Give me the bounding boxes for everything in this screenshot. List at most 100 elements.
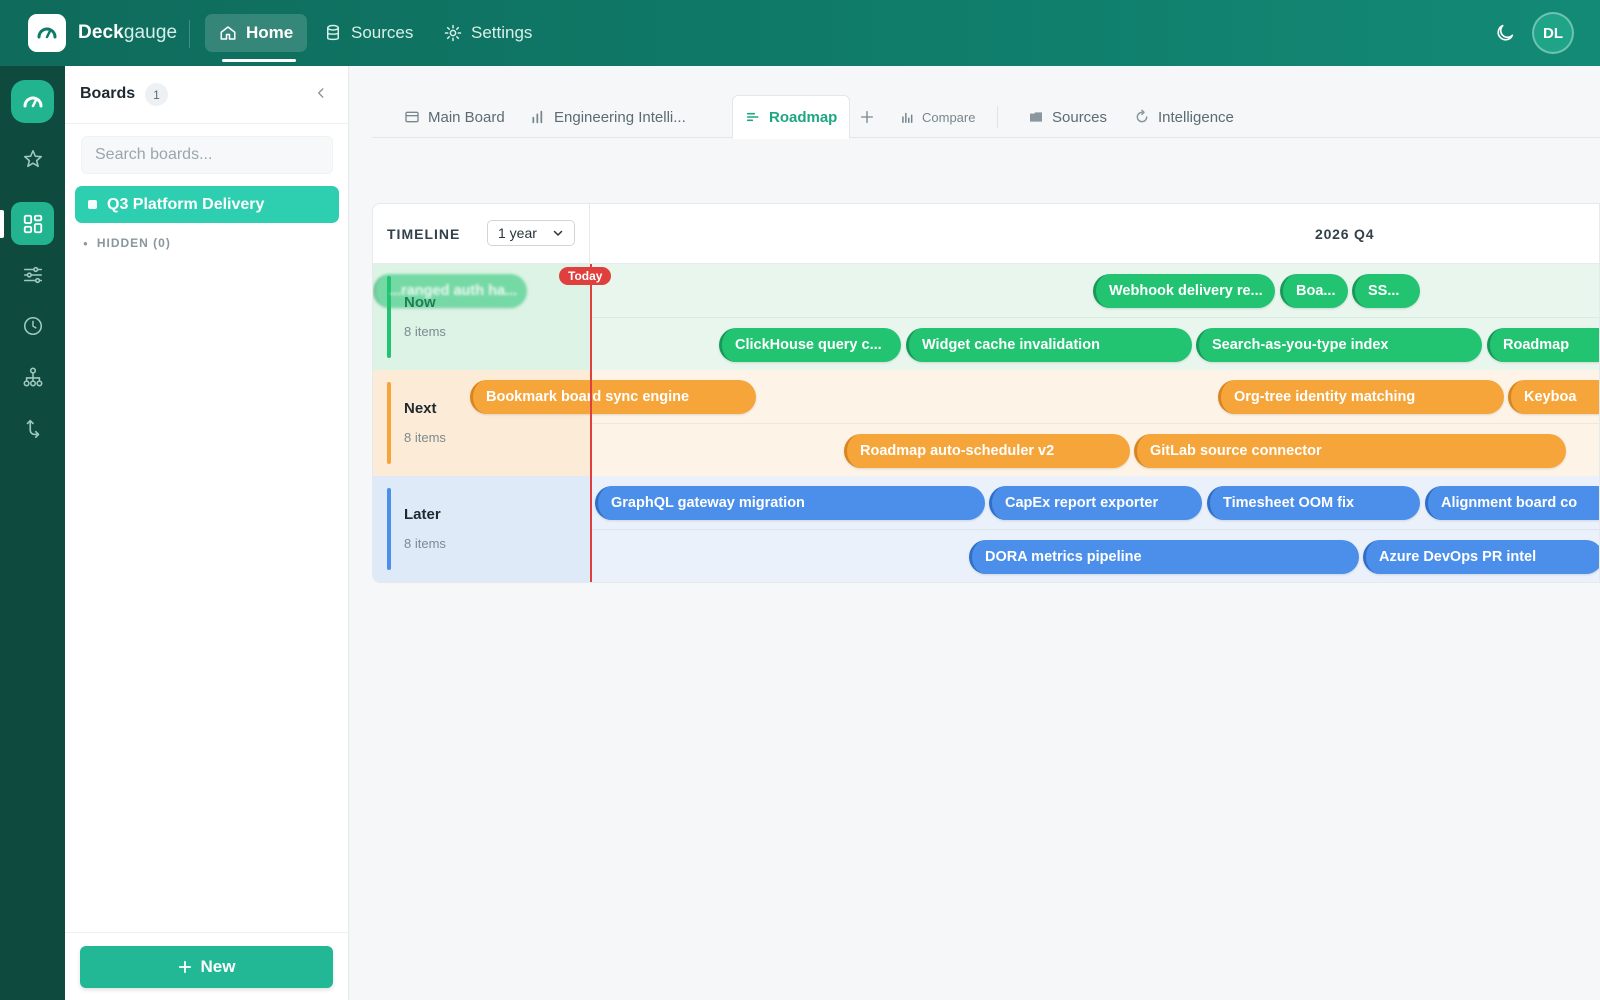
nav-settings[interactable]: Settings	[430, 14, 546, 52]
roadmap-item-ghost[interactable]: ...ranged auth ha...	[373, 274, 527, 308]
lane-item-count: 8 items	[404, 536, 446, 551]
roadmap-item[interactable]: GraphQL gateway migration	[595, 486, 985, 520]
plus-icon	[178, 960, 191, 974]
row-divider	[590, 317, 1599, 318]
gauge-logo-icon	[37, 27, 57, 39]
roadmap-item[interactable]: Alignment board co	[1425, 486, 1599, 520]
moon-icon	[1497, 24, 1514, 41]
star-icon	[23, 149, 42, 167]
user-avatar[interactable]: DL	[1532, 12, 1574, 54]
collapse-panel-button[interactable]	[314, 86, 328, 105]
folder-icon	[1030, 112, 1042, 122]
chevron-left-icon	[317, 88, 324, 98]
rail-filters-button[interactable]	[11, 253, 54, 296]
lane-next: Next 8 items Bookmark board sync engine …	[373, 370, 1599, 476]
bar-chart-icon	[532, 110, 543, 124]
lane-name: Next	[404, 400, 437, 417]
icon-rail	[0, 66, 65, 1000]
today-marker-line	[590, 264, 592, 582]
roadmap-item[interactable]: Roadmap auto-scheduler v2	[844, 434, 1130, 468]
roadmap-item[interactable]: Widget cache invalidation	[906, 328, 1192, 362]
timeline-header: TIMELINE 1 year 2026 Q4	[373, 204, 1599, 264]
search-boards-input[interactable]	[81, 136, 333, 174]
chevron-down-icon	[553, 230, 563, 236]
roadmap-item[interactable]: Roadmap	[1487, 328, 1599, 362]
tab-label: Sources	[1052, 108, 1108, 126]
theme-toggle[interactable]	[1494, 22, 1516, 49]
dashboard-grid-icon	[23, 214, 42, 233]
roadmap-item[interactable]: GitLab source connector	[1134, 434, 1566, 468]
quarter-label: 2026 Q4	[1315, 226, 1375, 242]
tab-main-board[interactable]: Main Board	[404, 96, 505, 138]
top-bar: Deckgauge Home Sources Settings DL	[0, 0, 1600, 66]
roadmap-item[interactable]: Search-as-you-type index	[1196, 328, 1482, 362]
row-divider	[590, 423, 1599, 424]
nav-settings-label: Settings	[471, 23, 533, 42]
gear-icon	[444, 24, 462, 42]
tab-sources[interactable]: Sources	[1028, 96, 1107, 138]
org-tree-icon	[23, 367, 42, 386]
tab-label: Main Board	[428, 108, 505, 126]
rail-history-button[interactable]	[11, 304, 54, 347]
deckgauge-logo-icon	[23, 96, 42, 107]
lane-now: Now 8 items ...ranged auth ha... Webhook…	[373, 264, 1599, 370]
roadmap-item[interactable]: SS...	[1352, 274, 1420, 308]
nav-home[interactable]: Home	[205, 14, 308, 52]
intelligence-icon	[1136, 109, 1148, 123]
tab-label: Engineering Intelli...	[554, 108, 686, 126]
roadmap-item[interactable]: ClickHouse query c...	[719, 328, 901, 362]
timeline-label: TIMELINE	[387, 226, 461, 242]
tab-compare[interactable]: Compare	[900, 96, 975, 138]
rail-favorites-button[interactable]	[11, 137, 54, 180]
timeline-range-value: 1 year	[498, 225, 537, 241]
tab-engineering-intelligence[interactable]: Engineering Intelli...	[530, 96, 686, 138]
tab-label: Roadmap	[769, 108, 838, 126]
today-marker-label: Today	[559, 267, 612, 285]
nav-sources-label: Sources	[351, 23, 414, 42]
roadmap-item[interactable]: Timesheet OOM fix	[1207, 486, 1420, 520]
lane-color-bar	[387, 488, 391, 570]
hidden-boards-toggle[interactable]: ● HIDDEN (0)	[83, 236, 171, 250]
lane-color-bar	[387, 382, 391, 464]
roadmap-item[interactable]: DORA metrics pipeline	[969, 540, 1359, 574]
roadmap-item[interactable]: Azure DevOps PR intel	[1363, 540, 1599, 574]
boards-panel: Boards 1 Q3 Platform Delivery ● HIDDEN (…	[65, 66, 349, 1000]
new-board-button[interactable]: New	[80, 946, 333, 988]
clock-icon	[23, 316, 42, 335]
add-tab-button[interactable]	[859, 96, 875, 138]
divider	[189, 20, 190, 48]
roadmap-item[interactable]: Webhook delivery re...	[1093, 274, 1275, 308]
rail-org-button[interactable]	[11, 355, 54, 398]
rail-boards-button[interactable]	[11, 202, 54, 245]
boards-count-badge: 1	[145, 83, 168, 106]
board-item-q3-platform-delivery[interactable]: Q3 Platform Delivery	[75, 186, 339, 223]
roadmap-item[interactable]: Boa...	[1280, 274, 1348, 308]
roadmap-item[interactable]: Org-tree identity matching	[1218, 380, 1504, 414]
rail-back-button[interactable]	[11, 406, 54, 449]
roadmap-item[interactable]: Keyboa	[1508, 380, 1599, 414]
boards-title: Boards	[80, 85, 136, 102]
timeline-range-select[interactable]: 1 year	[487, 220, 575, 246]
roadmap-item[interactable]: Bookmark board sync engine	[470, 380, 756, 414]
hidden-boards-label: HIDDEN (0)	[96, 236, 171, 250]
rail-active-marker	[0, 210, 4, 238]
database-icon	[327, 24, 339, 41]
tab-roadmap[interactable]: Roadmap	[732, 95, 851, 139]
lane-name: Later	[404, 506, 441, 523]
boards-panel-header: Boards 1	[65, 66, 348, 124]
roadmap-item[interactable]: CapEx report exporter	[989, 486, 1202, 520]
brand-name: Deckgauge	[78, 22, 178, 43]
board-color-dot	[88, 200, 97, 209]
deckgauge-logo[interactable]	[28, 14, 66, 52]
tab-intelligence[interactable]: Intelligence	[1134, 96, 1234, 138]
timeline-header-divider	[589, 204, 590, 264]
plus-icon	[861, 111, 873, 123]
main-content: Main Board Engineering Intelli... Roadma…	[350, 66, 1600, 1000]
tab-divider	[997, 106, 998, 128]
lane-later: Later 8 items GraphQL gateway migration …	[373, 476, 1599, 582]
bullet-icon: ●	[83, 238, 89, 248]
new-board-label: New	[200, 957, 236, 976]
rail-home-button[interactable]	[11, 80, 54, 123]
nav-sources[interactable]: Sources	[310, 14, 427, 52]
tab-label: Compare	[922, 109, 976, 125]
